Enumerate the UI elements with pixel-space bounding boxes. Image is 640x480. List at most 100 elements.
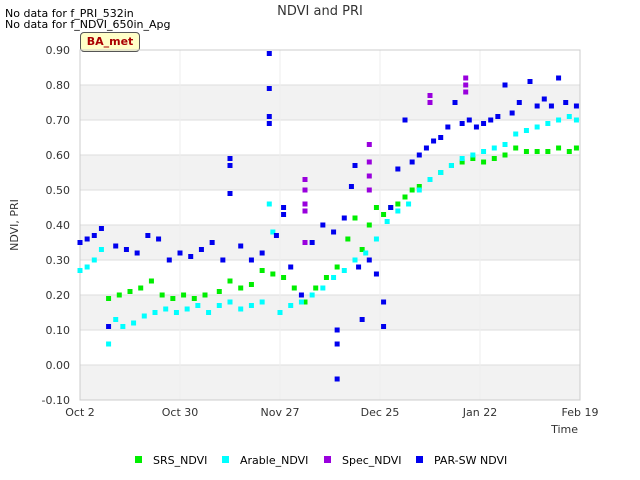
point-par-sw-ndvi (198, 247, 204, 252)
point-par-sw-ndvi (77, 240, 83, 245)
point-arable-ndvi (406, 201, 412, 207)
point-par-sw-ndvi (431, 138, 437, 144)
point-par-sw-ndvi (502, 82, 508, 88)
point-par-sw-ndvi (534, 103, 540, 109)
point-par-sw-ndvi (573, 103, 579, 109)
x-tick-label: Jan 22 (462, 406, 497, 419)
legend-swatch-spec-ndvi (324, 456, 331, 463)
point-srs-ndvi (491, 156, 497, 161)
point-srs-ndvi (291, 285, 297, 291)
point-par-sw-ndvi (359, 317, 365, 322)
point-par-sw-ndvi (395, 166, 401, 172)
point-srs-ndvi (270, 271, 276, 277)
point-srs-ndvi (523, 149, 529, 154)
point-arable-ndvi (141, 313, 147, 319)
point-par-sw-ndvi (177, 250, 183, 256)
point-arable-ndvi (481, 149, 487, 154)
point-srs-ndvi (170, 296, 176, 301)
point-par-sw-ndvi (563, 100, 569, 105)
point-par-sw-ndvi (266, 114, 272, 119)
point-par-sw-ndvi (238, 243, 244, 249)
y-tick-label: 0.70 (46, 114, 71, 127)
grid-band (80, 85, 580, 120)
point-srs-ndvi (281, 275, 287, 280)
point-srs-ndvi (191, 296, 197, 301)
y-axis-label: NDVI, PRI (8, 199, 21, 251)
point-par-sw-ndvi (373, 271, 379, 277)
point-par-sw-ndvi (288, 264, 294, 270)
point-arable-ndvi (523, 128, 529, 133)
point-arable-ndvi (106, 341, 112, 347)
point-arable-ndvi (534, 124, 540, 130)
point-par-sw-ndvi (227, 156, 233, 161)
point-par-sw-ndvi (481, 121, 487, 126)
point-par-sw-ndvi (381, 324, 387, 329)
point-spec-ndvi (463, 82, 469, 88)
point-srs-ndvi (373, 205, 379, 210)
point-par-sw-ndvi (416, 152, 422, 158)
point-arable-ndvi (363, 250, 369, 256)
point-par-sw-ndvi (281, 205, 287, 210)
point-par-sw-ndvi (445, 124, 451, 130)
point-par-sw-ndvi (402, 117, 408, 123)
point-spec-ndvi (302, 201, 308, 207)
point-par-sw-ndvi (309, 240, 315, 245)
x-tick-label: Nov 27 (261, 406, 300, 419)
point-srs-ndvi (216, 289, 222, 294)
x-tick-label: Oct 30 (162, 406, 199, 419)
point-spec-ndvi (427, 93, 433, 98)
point-arable-ndvi (91, 257, 97, 263)
point-arable-ndvi (184, 306, 190, 312)
point-par-sw-ndvi (409, 159, 415, 165)
point-arable-ndvi (373, 236, 379, 242)
point-arable-ndvi (416, 187, 422, 193)
point-srs-ndvi (181, 292, 187, 298)
legend-label-par-sw-ndvi: PAR-SW NDVI (434, 454, 507, 467)
point-par-sw-ndvi (298, 292, 304, 298)
point-par-sw-ndvi (98, 226, 104, 231)
point-arable-ndvi (470, 152, 476, 158)
point-srs-ndvi (345, 236, 351, 242)
point-par-sw-ndvi (331, 229, 337, 235)
point-srs-ndvi (481, 159, 487, 165)
point-par-sw-ndvi (488, 117, 494, 123)
point-par-sw-ndvi (352, 163, 358, 168)
point-srs-ndvi (395, 201, 401, 207)
point-srs-ndvi (556, 145, 562, 151)
y-tick-label: 0.90 (46, 44, 71, 57)
point-par-sw-ndvi (188, 254, 194, 259)
point-par-sw-ndvi (356, 264, 362, 270)
point-par-sw-ndvi (248, 257, 254, 263)
point-srs-ndvi (127, 289, 133, 294)
point-par-sw-ndvi (509, 110, 515, 116)
point-par-sw-ndvi (334, 376, 340, 382)
point-srs-ndvi (513, 145, 519, 151)
point-srs-ndvi (138, 285, 144, 291)
point-par-sw-ndvi (227, 163, 233, 168)
point-par-sw-ndvi (273, 233, 279, 238)
point-spec-ndvi (366, 142, 372, 147)
point-par-sw-ndvi (266, 51, 272, 56)
point-srs-ndvi (313, 285, 319, 291)
point-par-sw-ndvi (381, 299, 387, 305)
point-arable-ndvi (152, 310, 158, 315)
point-par-sw-ndvi (134, 250, 140, 256)
point-par-sw-ndvi (334, 341, 340, 347)
point-arable-ndvi (98, 247, 104, 252)
point-srs-ndvi (402, 194, 408, 200)
point-srs-ndvi (381, 212, 387, 217)
point-par-sw-ndvi (423, 145, 429, 151)
point-arable-ndvi (120, 324, 126, 329)
point-arable-ndvi (513, 131, 519, 137)
legend-label-arable-ndvi: Arable_NDVI (240, 454, 308, 467)
y-tick-label: 0.20 (46, 289, 71, 302)
point-par-sw-ndvi (166, 257, 172, 263)
point-arable-ndvi (288, 303, 294, 308)
point-par-sw-ndvi (281, 212, 287, 217)
legend-label-spec-ndvi: Spec_NDVI (342, 454, 402, 467)
x-tick-label: Feb 19 (562, 406, 599, 419)
point-arable-ndvi (298, 299, 304, 305)
point-arable-ndvi (341, 268, 347, 273)
point-par-sw-ndvi (388, 205, 394, 210)
point-arable-ndvi (238, 306, 244, 312)
